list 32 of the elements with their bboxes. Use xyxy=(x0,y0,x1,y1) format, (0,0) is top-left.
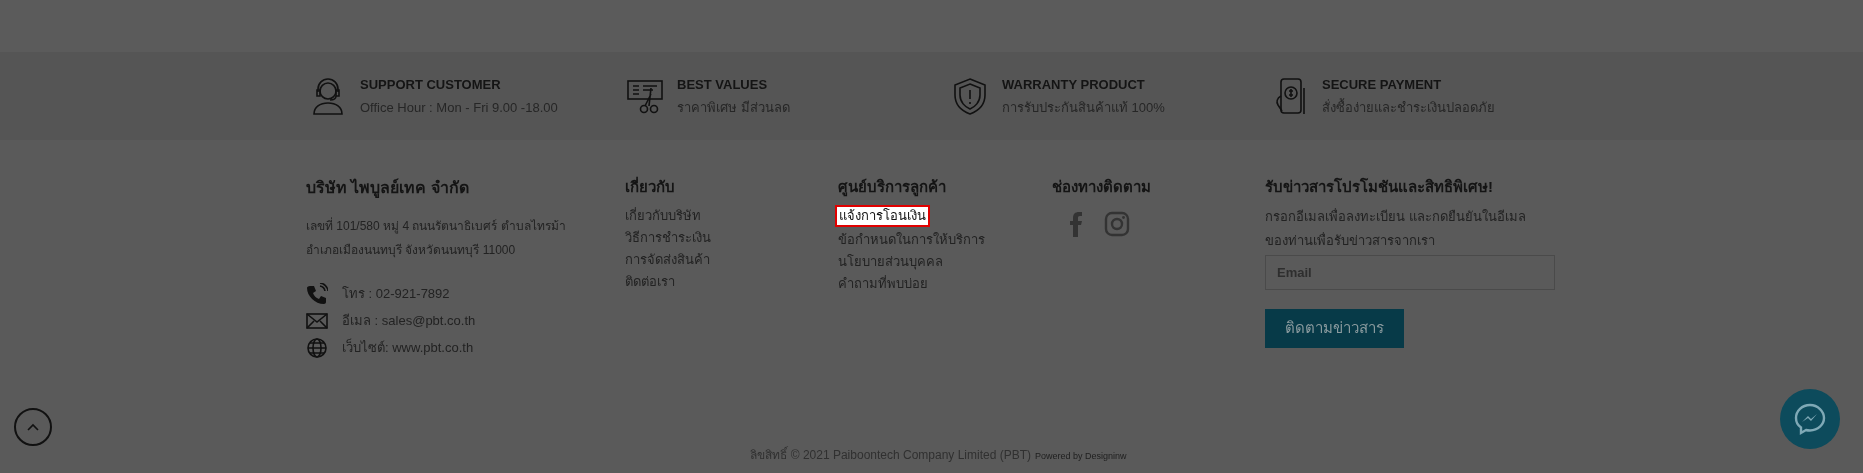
messenger-button[interactable] xyxy=(1780,389,1840,449)
footer-link[interactable]: ติดต่อเรา xyxy=(625,270,675,293)
feature-title: BEST VALUES xyxy=(677,75,769,94)
address-text: อำเภอเมืองนนทบุรี จังหวัดนนทบุรี 11000 xyxy=(306,242,517,260)
feature-title: SECURE PAYMENT xyxy=(1322,75,1443,94)
phone-icon xyxy=(306,283,328,305)
contact-text: อีเมล : sales@pbt.co.th xyxy=(342,312,476,331)
column-heading: ช่องทางติดตาม xyxy=(1052,177,1152,197)
subscribe-button[interactable]: ติดตามข่าวสาร xyxy=(1265,308,1404,348)
newsletter-text: กรอกอีเมลเพื่อลงทะเบียน และกดยืนยันในอีเมลของท่านเพื่อรับข่าวสารจากเรา xyxy=(1265,207,1527,250)
column-heading: ศูนย์บริการลูกค้า xyxy=(838,177,947,199)
footer-link[interactable]: เกี่ยวกับบริษัท xyxy=(625,204,701,227)
column-heading: รับข่าวสารโปรโมชันและสิทธิพิเศษ! xyxy=(1265,177,1494,197)
footer-link[interactable]: นโยบายส่วนบุคคล xyxy=(838,250,943,273)
address-text: เลขที่ 101/580 หมู่ 4 ถนนรัตนาธิเบศร์ ตำบลไทรม้า xyxy=(306,216,567,236)
chevron-up-icon xyxy=(27,423,39,431)
footer-link[interactable]: ข้อกำหนดในการให้บริการ xyxy=(838,228,985,251)
chat-bubble-icon xyxy=(1793,402,1827,436)
mail-icon xyxy=(306,310,328,332)
contact-text: เว็บไซต์: www.pbt.co.th xyxy=(342,338,474,358)
feature-title: WARRANTY PRODUCT xyxy=(1002,75,1146,94)
scroll-top-button[interactable] xyxy=(14,408,52,446)
globe-icon xyxy=(306,337,328,359)
footer-link[interactable]: แจ้งการโอนเงิน xyxy=(835,204,930,227)
footer-link[interactable]: วิธีการชำระเงิน xyxy=(625,226,711,249)
footer-link[interactable]: การจัดส่งสินค้า xyxy=(625,248,710,271)
contact-text: โทร : 02-921-7892 xyxy=(342,285,450,304)
footer-link[interactable]: คำถามที่พบบ่อย xyxy=(838,272,928,295)
feature-title: SUPPORT CUSTOMER xyxy=(360,75,502,94)
instagram-icon[interactable] xyxy=(1104,210,1130,237)
company-name: บริษัท ไพบูลย์เทค จำกัด xyxy=(306,177,470,200)
column-heading: เกี่ยวกับ xyxy=(625,176,676,197)
